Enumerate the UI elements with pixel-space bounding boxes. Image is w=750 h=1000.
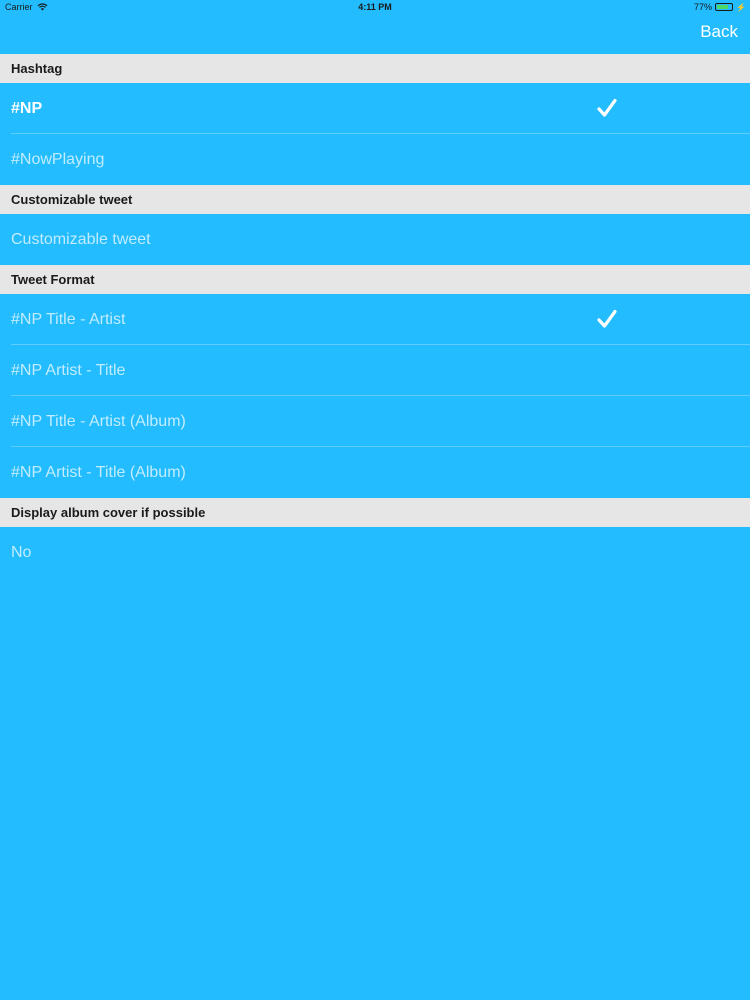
option-format-artist-title[interactable]: #NP Artist - Title [0,345,750,396]
battery-percent: 77% [694,2,713,12]
option-album-cover-no[interactable]: No [0,527,750,578]
option-label: #NP Artist - Title (Album) [11,463,186,481]
option-customizable-tweet[interactable]: Customizable tweet [0,214,750,265]
checkmark-icon [597,98,617,117]
section-header-tweet-format: Tweet Format [0,265,750,294]
option-label: #NP Artist - Title [11,361,126,379]
settings-table: Hashtag #NP #NowPlaying Customizable twe… [0,54,750,578]
battery-icon [715,3,734,11]
section-header-hashtag: Hashtag [0,54,750,83]
navigation-bar: Back [0,14,750,54]
option-hashtag-np[interactable]: #NP [0,83,750,134]
status-bar: Carrier 4:11 PM 77% ⚡ [0,0,750,14]
option-label: #NP Title - Artist [11,310,126,328]
option-label: #NowPlaying [11,150,105,168]
checkmark-icon [597,309,617,328]
option-label: Customizable tweet [11,230,151,248]
option-label: No [11,543,32,561]
option-format-artist-title-album[interactable]: #NP Artist - Title (Album) [0,447,750,498]
section-header-album-cover: Display album cover if possible [0,498,750,527]
status-time: 4:11 PM [358,2,392,12]
section-header-customizable-tweet: Customizable tweet [0,185,750,214]
battery-indicator: 77% ⚡ [694,2,746,12]
charging-bolt-icon: ⚡ [736,2,746,12]
option-hashtag-nowplaying[interactable]: #NowPlaying [0,134,750,185]
option-label: #NP [11,99,43,117]
option-format-title-artist-album[interactable]: #NP Title - Artist (Album) [0,396,750,447]
back-button[interactable]: Back [700,22,738,42]
option-format-title-artist[interactable]: #NP Title - Artist [0,294,750,345]
battery-level [717,5,729,9]
option-label: #NP Title - Artist (Album) [11,412,186,430]
